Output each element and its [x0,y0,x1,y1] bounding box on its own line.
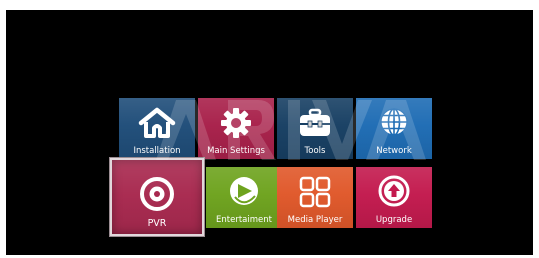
tile-label: Upgrade [375,215,413,225]
tile-label: PVR [147,218,167,229]
record-icon [112,174,202,211]
tile-label: Main Settings [207,146,265,156]
menu-tile-main-settings[interactable]: Main Settings [198,98,274,159]
globe-icon [356,106,432,140]
tile-label: Entertaiment [216,215,272,225]
menu-tile-media-player[interactable]: Media Player [277,167,353,228]
menu-tile-upgrade[interactable]: Upgrade [356,167,432,228]
menu-tile-entertainment[interactable]: Entertaiment [206,167,282,228]
play-icon [206,175,282,209]
tv-frame: Installation Main Settings Tools Network… [0,0,539,258]
upload-icon [356,175,432,209]
home-icon [119,106,195,140]
tile-label: Installation [133,146,181,156]
tile-label: Media Player [287,215,343,225]
menu-tile-installation[interactable]: Installation [119,98,195,159]
menu-tile-tools[interactable]: Tools [277,98,353,159]
menu-tile-pvr[interactable]: PVR [110,158,204,236]
tile-label: Tools [304,146,326,156]
tiles-icon [277,175,353,209]
gear-icon [198,106,274,140]
menu-tile-network[interactable]: Network [356,98,432,159]
toolbox-icon [277,106,353,140]
main-menu-grid: Installation Main Settings Tools Network… [6,10,533,255]
tv-screen: Installation Main Settings Tools Network… [6,10,533,255]
tile-label: Network [376,146,412,156]
